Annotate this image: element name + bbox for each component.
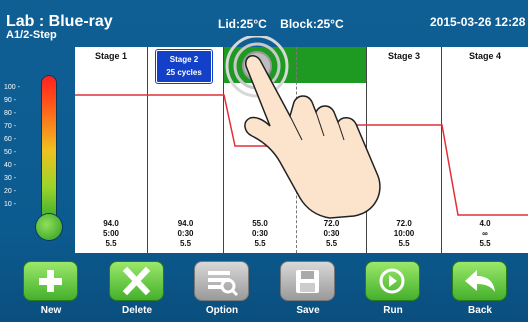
y-tick: 40 - (4, 162, 17, 169)
temperature-axis: 100 - 90 - 80 - 70 - 60 - 50 - 40 - 30 -… (0, 80, 42, 220)
floppy-disk-icon (296, 270, 319, 293)
play-icon (379, 268, 405, 294)
new-button[interactable] (23, 261, 78, 301)
save-button[interactable] (280, 261, 335, 301)
new-label: New (40, 305, 62, 316)
y-tick: 100 - (4, 84, 20, 91)
block-temperature: Block:25°C (280, 17, 344, 31)
back-button[interactable] (452, 261, 507, 301)
y-tick: 80 - (4, 110, 17, 117)
y-tick: 30 - (4, 175, 17, 182)
y-tick: 60 - (4, 136, 17, 143)
program-name: A1/2-Step (6, 29, 57, 41)
pcr-program-screen: Lab : Blue-ray A1/2-Step Lid:25°C Block:… (0, 0, 528, 322)
run-button[interactable] (365, 261, 420, 301)
delete-label: Delete (121, 305, 152, 316)
y-tick: 20 - (4, 188, 17, 195)
lid-temperature: Lid:25°C (218, 17, 267, 31)
date-time: 2015-03-26 12:28 (430, 15, 526, 29)
x-icon (122, 266, 151, 296)
thermometer-bulb-icon (36, 214, 62, 240)
thermometer-icon (42, 76, 56, 224)
back-arrow-icon (465, 270, 495, 292)
y-tick: 10 - (4, 201, 17, 208)
y-tick: 70 - (4, 123, 17, 130)
temperature-readout: Lid:25°C Block:25°C (218, 18, 354, 30)
plus-icon (39, 270, 62, 292)
option-button[interactable] (194, 261, 249, 301)
lab-title: Lab : Blue-ray (6, 13, 113, 30)
back-label: Back (468, 305, 492, 316)
y-tick: 50 - (4, 149, 17, 156)
hand-touch-icon (225, 36, 381, 219)
run-label: Run (383, 305, 403, 316)
option-label: Option (205, 305, 239, 316)
delete-button[interactable] (109, 261, 164, 301)
y-tick: 90 - (4, 97, 17, 104)
save-label: Save (296, 305, 320, 316)
search-list-icon (208, 271, 239, 297)
